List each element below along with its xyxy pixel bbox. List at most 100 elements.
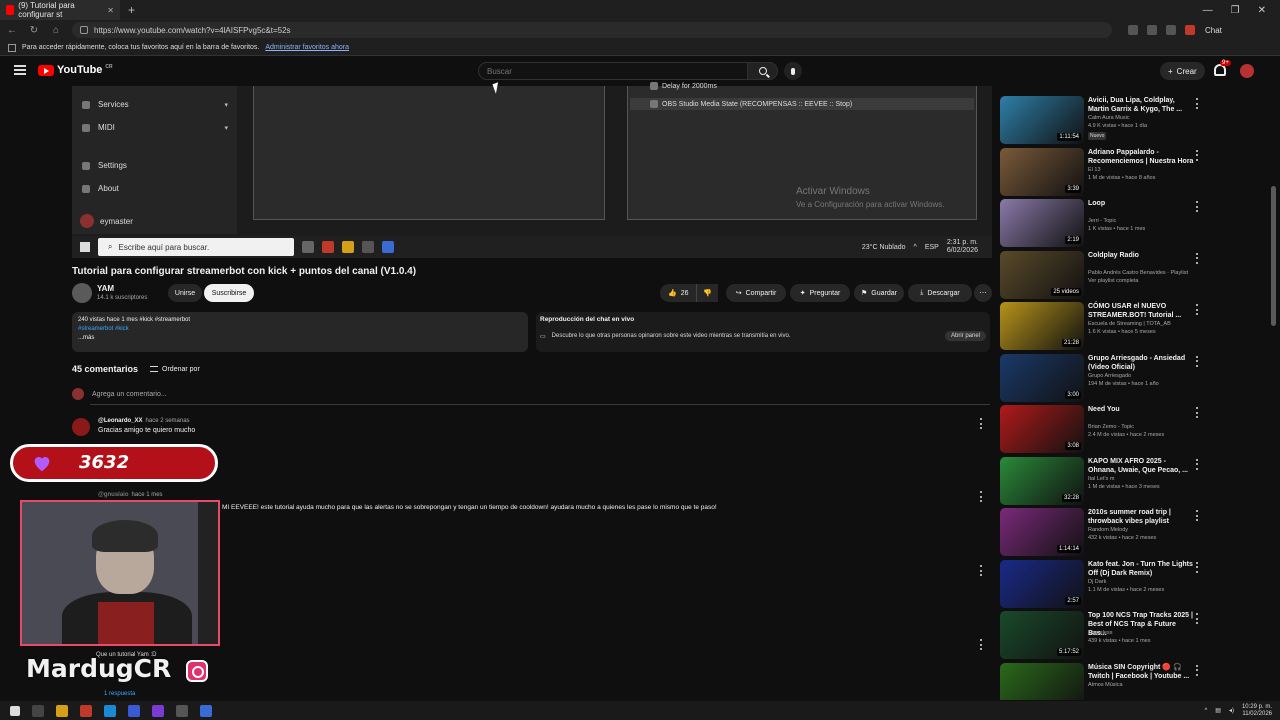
description-box[interactable]: 240 vistas hace 1 mes #kick #streamerbot… (72, 312, 528, 352)
related-video-item[interactable]: 25 videos Coldplay Radio Pablo Andrés Cast… (1000, 250, 1210, 301)
more-vert-icon[interactable] (1196, 561, 1199, 573)
video-thumbnail[interactable]: 3:08 (1000, 405, 1084, 453)
related-video-channel[interactable]: Pablo Andrés Castro Benavides · Playlist (1088, 270, 1198, 276)
related-video-title[interactable]: Música SIN Copyright 🔴 🎧 Twitch | Facebo… (1088, 663, 1194, 681)
search-button[interactable] (748, 62, 778, 80)
streamerbot-icon[interactable] (200, 704, 212, 717)
video-thumbnail[interactable]: 25 videos (1000, 250, 1084, 299)
windows-icon[interactable] (10, 705, 20, 716)
more-vert-icon[interactable] (980, 565, 983, 576)
open-chat-panel-button[interactable]: Abrir panel (944, 331, 986, 341)
related-video-channel[interactable]: El 13 (1088, 167, 1198, 173)
video-thumbnail[interactable] (1000, 662, 1084, 700)
profile-icon[interactable] (1185, 25, 1195, 35)
more-vert-icon[interactable] (1196, 98, 1199, 109)
video-thumbnail[interactable]: 3:00 (1000, 353, 1084, 402)
video-thumbnail[interactable]: 21:28 (1000, 302, 1084, 350)
related-video-channel[interactable]: Escuela de Streaming | TOTA_AB (1088, 321, 1198, 327)
voice-search-button[interactable] (784, 62, 802, 80)
obs-icon[interactable] (176, 704, 188, 717)
more-actions-button[interactable]: ⋯ (974, 284, 992, 302)
related-video-channel[interactable]: Grupo Arriesgado (1088, 373, 1198, 379)
channel-avatar[interactable] (72, 283, 92, 303)
related-video-item[interactable]: 2:19 Loop Jerri - Topic 1 K vistas • hace 1… (1000, 199, 1210, 249)
volume-icon[interactable]: ◂) (1229, 707, 1234, 714)
more-vert-icon[interactable] (1196, 201, 1199, 212)
related-video-channel[interactable]: Atmos Música (1088, 682, 1198, 688)
search-icon[interactable] (32, 704, 44, 717)
channel-name[interactable]: YAM (97, 284, 114, 293)
add-comment-input[interactable]: Agrega un comentario... (92, 391, 167, 398)
address-bar[interactable]: https://www.youtube.com/watch?v=4lAISFPv… (72, 22, 1112, 38)
brave-icon[interactable] (80, 704, 92, 717)
more-vert-icon[interactable] (1196, 304, 1199, 315)
close-icon[interactable]: ✕ (107, 6, 114, 15)
app-icon[interactable] (152, 704, 164, 717)
extension-icon[interactable] (1128, 25, 1138, 35)
favorites-icon[interactable] (1147, 25, 1157, 35)
more-vert-icon[interactable] (1196, 613, 1199, 624)
video-thumbnail[interactable]: 2:19 (1000, 199, 1084, 247)
related-video-channel[interactable]: Nameless (1088, 630, 1198, 636)
related-video-channel[interactable]: Random Melody (1088, 527, 1198, 533)
related-video-item[interactable]: 32:28 KAPO MIX AFRO 2025 - Ohnana, Uwaie,… (1000, 456, 1210, 507)
related-video-channel[interactable]: Brian Zemo - Topic (1088, 424, 1198, 430)
related-video-title[interactable]: Loop (1088, 199, 1194, 208)
related-video-item[interactable]: 1:11:54 Avicii, Dua Lipa, Coldplay, Marti… (1000, 96, 1210, 146)
ask-button[interactable]: ✦ Preguntar (790, 284, 850, 302)
more-vert-icon[interactable] (1196, 510, 1199, 521)
edge-icon[interactable] (104, 704, 116, 717)
sort-comments-button[interactable]: Ordenar por (150, 366, 200, 373)
video-thumbnail[interactable]: 5:17:52 (1000, 611, 1084, 659)
more-vert-icon[interactable] (1196, 407, 1199, 418)
related-video-item[interactable]: 5:17:52 Top 100 NCS Trap Tracks 2025 | Be… (1000, 611, 1210, 661)
more-vert-icon[interactable] (1196, 664, 1199, 676)
share-button[interactable]: ↪ Compartir (726, 284, 786, 302)
video-player[interactable]: Services ▾ MIDI ▾ Settings About eymaste… (72, 82, 992, 258)
related-video-channel[interactable]: Calm Aura Music (1088, 115, 1198, 121)
related-video-title[interactable]: Grupo Arriesgado - Ansiedad (Video Ofici… (1088, 354, 1194, 372)
more-vert-icon[interactable] (1196, 252, 1199, 264)
chevron-up-icon[interactable]: ^ (1204, 708, 1207, 714)
related-video-item[interactable]: 21:28 CÓMO USAR el NUEVO STREAMER.BOT! Tu… (1000, 302, 1210, 352)
more-vert-icon[interactable] (980, 491, 983, 502)
video-thumbnail[interactable]: 1:11:54 (1000, 96, 1084, 144)
subscribe-button[interactable]: Suscribirse (204, 284, 254, 302)
related-video-item[interactable]: 1:14:14 2010s summer road trip | throwbac… (1000, 508, 1210, 558)
related-video-title[interactable]: Avicii, Dua Lipa, Coldplay, Martin Garri… (1088, 96, 1194, 114)
collections-icon[interactable] (1166, 25, 1176, 35)
video-thumbnail[interactable]: 32:28 (1000, 456, 1084, 505)
comment-author[interactable]: @gnuslaio hace 1 mes (98, 492, 163, 498)
related-video-title[interactable]: Kato feat. Jon - Turn The Lights Off (Dj… (1088, 560, 1194, 578)
comment-author[interactable]: @Leonardo_XX hace 2 semanas (98, 418, 190, 424)
account-avatar[interactable] (1240, 64, 1254, 78)
description-more[interactable]: ...más (78, 334, 522, 343)
home-icon[interactable]: ⌂ (50, 25, 62, 36)
description-tags[interactable]: #streamerbot #kick (78, 325, 522, 334)
folder-icon[interactable] (56, 704, 68, 717)
related-video-item[interactable]: 3:08 Need You Brian Zemo - Topic 2.4 M de v… (1000, 405, 1210, 455)
related-video-item[interactable]: Música SIN Copyright 🔴 🎧 Twitch | Facebo… (1000, 662, 1210, 700)
network-icon[interactable]: ▤ (1215, 707, 1221, 714)
replies-toggle[interactable]: 1 respuesta (104, 691, 135, 697)
system-clock[interactable]: 10:29 p. m. 11/02/2026 (1242, 704, 1272, 718)
discord-icon[interactable] (128, 704, 140, 717)
related-video-title[interactable]: Coldplay Radio (1088, 251, 1194, 260)
related-video-channel[interactable]: Dj Dark (1088, 579, 1198, 585)
youtube-logo[interactable]: YouTube CR (38, 64, 113, 76)
video-thumbnail[interactable]: 3:39 (1000, 147, 1084, 196)
related-video-title[interactable]: 2010s summer road trip | throwback vibes… (1088, 508, 1194, 526)
more-vert-icon[interactable] (1196, 149, 1199, 161)
maximize-button[interactable]: ❐ (1231, 5, 1240, 16)
minimize-button[interactable]: — (1203, 5, 1213, 16)
video-thumbnail[interactable]: 2:57 (1000, 559, 1084, 608)
related-video-channel[interactable]: Jerri - Topic (1088, 218, 1198, 224)
search-input[interactable] (478, 62, 748, 80)
more-vert-icon[interactable] (980, 639, 983, 650)
site-info-icon[interactable] (80, 26, 88, 34)
related-video-title[interactable]: CÓMO USAR el NUEVO STREAMER.BOT! Tutoria… (1088, 302, 1194, 320)
back-icon[interactable]: ← (6, 25, 18, 36)
download-button[interactable]: ⤓ Descargar (908, 284, 972, 302)
create-button[interactable]: + Crear (1160, 62, 1205, 80)
reload-icon[interactable]: ↻ (28, 25, 40, 36)
